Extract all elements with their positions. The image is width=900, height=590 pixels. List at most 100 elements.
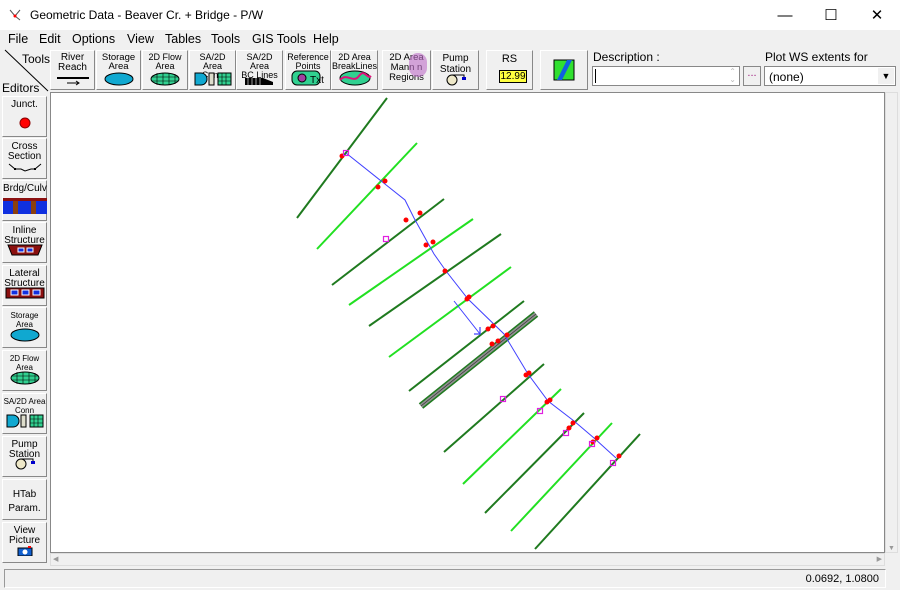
tools-editors-corner: Tools Editors (0, 48, 51, 95)
bank-station-point (490, 323, 496, 329)
red-dot-icon (18, 116, 32, 133)
menu-view[interactable]: View (127, 32, 154, 46)
editor-label: SA/2D Area (3, 397, 46, 406)
bank-station-point (375, 184, 381, 190)
bank-station-point (485, 326, 491, 332)
pump-station-button[interactable]: Pump Station (432, 50, 479, 90)
editor-cross-section-button[interactable]: Cross Section (2, 138, 47, 179)
rs-button[interactable]: RS 12.99 (486, 50, 533, 90)
map-picture-button[interactable] (540, 50, 588, 90)
cursor-coordinates: 0.0692, 1.0800 (805, 573, 879, 585)
2d-flow-area-icon (150, 72, 180, 86)
bank-station-point (489, 341, 495, 347)
cross-section-line (348, 218, 474, 306)
marker-point (382, 235, 390, 243)
2d-flow-area-button[interactable]: 2D Flow Area (142, 50, 188, 90)
editor-view-picture-button[interactable]: View Picture (2, 522, 47, 563)
bank-station-point (442, 268, 448, 274)
bc-lines-icon (244, 78, 273, 85)
menu-file[interactable]: File (8, 32, 28, 46)
editor-label: Picture (8, 535, 41, 546)
bank-station-point (382, 178, 388, 184)
description-label: Description : (593, 50, 660, 64)
bank-station-point (616, 453, 622, 459)
vertical-scrollbar[interactable]: ▼ (885, 92, 898, 553)
bank-station-point (403, 217, 409, 223)
menu-help[interactable]: Help (313, 32, 339, 46)
bank-station-point (570, 420, 576, 426)
editor-label: Section (7, 151, 42, 162)
bank-station-point (423, 242, 429, 248)
pump-icon (13, 458, 37, 473)
svg-text:Txt: Txt (310, 75, 324, 86)
editor-inline-structure-button[interactable]: Inline Structure (2, 222, 47, 263)
menu-edit[interactable]: Edit (39, 32, 61, 46)
map-icon (553, 59, 575, 81)
sa-2d-area-bc-lines-button[interactable]: SA/2D Area BC Lines (236, 50, 283, 90)
status-bar: 0.0692, 1.0800 (4, 569, 886, 588)
description-input[interactable]: ⌃ ⌄ (592, 66, 740, 86)
cross-section-line (534, 433, 641, 550)
bank-station-point (526, 370, 532, 376)
editor-pump-station-button[interactable]: Pump Station (2, 436, 47, 477)
reference-points-button[interactable]: Reference Points Txt (285, 50, 331, 90)
editor-label: Brdg/Culv (3, 183, 47, 194)
editor-lateral-structure-button[interactable]: Lateral Structure (2, 265, 47, 306)
minimize-button[interactable]: — (762, 0, 808, 30)
river-reach-button[interactable]: River Reach (50, 50, 95, 90)
2d-area-mann-n-regions-button[interactable]: 2D Area Mann n Regions (382, 50, 431, 90)
inline-structure-icon (6, 244, 43, 259)
editor-label: 2D Flow (9, 354, 40, 363)
editor-label: Param. (8, 503, 41, 514)
bridge-centerline (420, 313, 537, 407)
mann-n-icon (409, 53, 427, 77)
sa-2d-conn-icon (5, 414, 45, 430)
window-title: Geometric Data - Beaver Cr. + Bridge - P… (30, 8, 264, 22)
editor-label: Junct. (11, 99, 38, 110)
storage-area-icon (9, 328, 41, 344)
menu-bar: File Edit Options View Tables Tools GIS … (0, 30, 900, 48)
editor-sa-2d-area-conn-button[interactable]: SA/2D Area Conn (2, 393, 47, 434)
storage-area-icon (104, 72, 133, 86)
bank-station-point (466, 294, 472, 300)
cross-section-line (408, 300, 525, 392)
bank-station-point (547, 397, 553, 403)
maximize-button[interactable]: ☐ (808, 0, 854, 30)
title-bar: Geometric Data - Beaver Cr. + Bridge - P… (0, 0, 900, 30)
editor-label: Storage (10, 311, 39, 320)
pump-icon (446, 74, 466, 86)
2d-flow-area-icon (9, 371, 41, 387)
breaklines-icon (338, 70, 372, 86)
horizontal-scrollbar[interactable]: ◀ ▶ (50, 553, 885, 566)
camera-icon (17, 546, 33, 559)
bank-station-point (504, 332, 510, 338)
menu-tables[interactable]: Tables (165, 32, 201, 46)
editor-storage-area-button[interactable]: Storage Area (2, 307, 47, 348)
editor-bridge-culvert-button[interactable]: Brdg/Culv (2, 180, 47, 221)
bank-station-point (495, 338, 501, 344)
geometry-canvas[interactable] (50, 92, 885, 553)
editor-label: HTab (12, 489, 37, 500)
chevron-down-icon: ▼ (878, 68, 894, 84)
menu-options[interactable]: Options (72, 32, 115, 46)
bridge-icon (2, 198, 47, 217)
editor-htab-param-button[interactable]: HTab Param. (2, 479, 47, 520)
cross-section-icon (7, 162, 43, 175)
rs-tag: 12.99 (499, 70, 527, 83)
editor-2d-flow-area-button[interactable]: 2D Flow Area (2, 350, 47, 391)
bank-station-point (594, 435, 600, 441)
sa-2d-area-conn-button[interactable]: SA/2D AreaConn (189, 50, 236, 90)
bank-station-point (430, 239, 436, 245)
editor-junction-button[interactable]: Junct. (2, 96, 47, 137)
2d-area-breaklines-button[interactable]: 2D Area BreakLines (331, 50, 378, 90)
tools-label: Tools (22, 52, 51, 66)
menu-gis-tools[interactable]: GIS Tools (252, 32, 306, 46)
plot-ws-profile-select[interactable]: (none) ▼ (764, 66, 896, 86)
editors-label: Editors (2, 81, 40, 95)
river-reach-line (345, 152, 617, 459)
storage-area-button[interactable]: Storage Area (96, 50, 141, 90)
close-button[interactable]: ✕ (854, 0, 900, 30)
menu-tools[interactable]: Tools (211, 32, 240, 46)
browse-button[interactable]: ... (743, 66, 761, 86)
tributary-reach-line (453, 300, 481, 335)
